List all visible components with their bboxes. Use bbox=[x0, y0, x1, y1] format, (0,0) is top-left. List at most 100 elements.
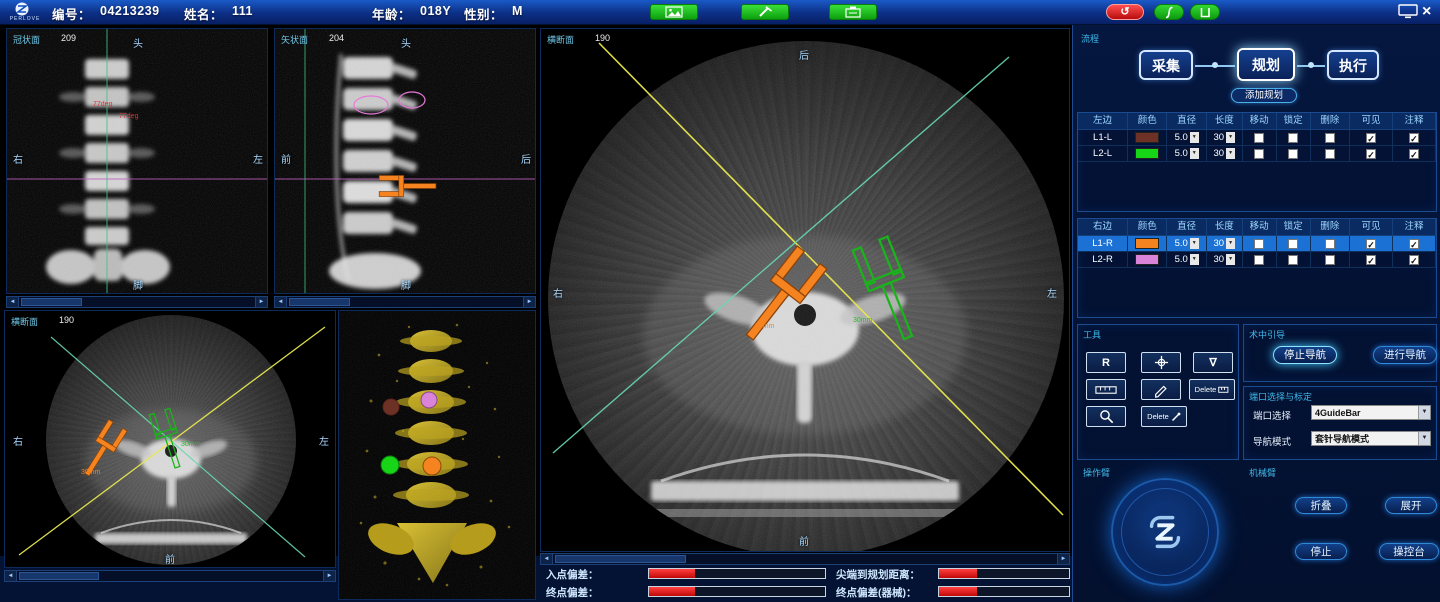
table-row[interactable]: L2-L 5.0▼ 30▼ ✓ ✓ bbox=[1078, 146, 1436, 162]
color-swatch[interactable] bbox=[1135, 132, 1159, 143]
delete-probe-button[interactable]: Delete bbox=[1141, 406, 1187, 427]
move-checkbox[interactable] bbox=[1254, 149, 1264, 159]
color-swatch[interactable] bbox=[1135, 148, 1159, 159]
add-plan-button[interactable]: 添加规划 bbox=[1231, 88, 1297, 103]
axial-small-scroll-right-button[interactable]: ► bbox=[323, 571, 335, 581]
arm-fold-button[interactable]: 折叠 bbox=[1295, 497, 1347, 514]
visible-checkbox[interactable]: ✓ bbox=[1366, 133, 1376, 143]
table-row[interactable]: L1-L 5.0▼ 30▼ ✓ ✓ bbox=[1078, 130, 1436, 146]
lock-checkbox[interactable] bbox=[1288, 255, 1298, 265]
sagittal-view[interactable]: 矢状面 204 头 脚 前 后 bbox=[274, 28, 536, 294]
delete-checkbox[interactable] bbox=[1325, 149, 1335, 159]
undo-button[interactable]: ↺ bbox=[1106, 4, 1144, 20]
diameter-cell[interactable]: 5.0▼ bbox=[1167, 146, 1206, 162]
close-button[interactable]: × bbox=[1422, 2, 1431, 22]
coronal-scrollbar[interactable]: ◄ ► bbox=[6, 296, 268, 308]
diameter-cell[interactable]: 5.0▼ bbox=[1167, 130, 1206, 146]
lock-checkbox[interactable] bbox=[1288, 133, 1298, 143]
screw-name[interactable]: L2-L bbox=[1078, 146, 1128, 162]
sagittal-scroll-right-button[interactable]: ► bbox=[523, 297, 535, 307]
screw-name[interactable]: L1-L bbox=[1078, 130, 1128, 146]
axial-scrollbar[interactable]: ◄ ► bbox=[540, 553, 1070, 565]
marker-l2-left[interactable] bbox=[381, 456, 399, 474]
arm-power-button[interactable] bbox=[1111, 478, 1219, 586]
axial-scroll-thumb[interactable] bbox=[555, 555, 686, 563]
screenshot-button[interactable] bbox=[1398, 4, 1418, 19]
axial-small-scroll-track[interactable] bbox=[17, 571, 323, 581]
axial-small-scroll-thumb[interactable] bbox=[19, 572, 99, 580]
reset-view-button[interactable]: R bbox=[1086, 352, 1126, 373]
length-cell[interactable]: 30▼ bbox=[1207, 236, 1243, 252]
dropdown-icon[interactable]: ▼ bbox=[1226, 254, 1235, 265]
workflow-step-acquire[interactable]: 采集 bbox=[1139, 50, 1193, 80]
marker-l1-left[interactable] bbox=[383, 399, 399, 415]
annotate-checkbox[interactable]: ✓ bbox=[1409, 255, 1419, 265]
port-select[interactable]: 4GuideBar ▼ bbox=[1311, 405, 1431, 420]
visible-checkbox[interactable]: ✓ bbox=[1366, 149, 1376, 159]
nav-mode-select[interactable]: 套针导航模式 ▼ bbox=[1311, 431, 1431, 446]
visible-checkbox[interactable]: ✓ bbox=[1366, 255, 1376, 265]
lock-checkbox[interactable] bbox=[1288, 239, 1298, 249]
dropdown-icon[interactable]: ▼ bbox=[1418, 406, 1430, 419]
axial-small-view[interactable]: 横断面 190 右 左 前 30mm 30mm bbox=[4, 310, 336, 568]
dropdown-icon[interactable]: ▼ bbox=[1226, 132, 1235, 143]
coronal-view[interactable]: 冠状面 209 头 脚 右 左 77deg 77deg bbox=[6, 28, 268, 294]
move-checkbox[interactable] bbox=[1254, 133, 1264, 143]
ruler-tool-button[interactable] bbox=[1086, 379, 1126, 400]
coronal-scroll-thumb[interactable] bbox=[21, 298, 82, 306]
dropdown-icon[interactable]: ▼ bbox=[1190, 132, 1199, 143]
axial-scroll-track[interactable] bbox=[553, 554, 1057, 564]
annotate-checkbox[interactable]: ✓ bbox=[1409, 239, 1419, 249]
crosshair-tool-button[interactable] bbox=[1141, 352, 1181, 373]
dropdown-icon[interactable]: ▼ bbox=[1226, 148, 1235, 159]
delete-checkbox[interactable] bbox=[1325, 133, 1335, 143]
length-cell[interactable]: 30▼ bbox=[1207, 130, 1243, 146]
holder-button[interactable] bbox=[1190, 4, 1220, 20]
dropdown-icon[interactable]: ▼ bbox=[1190, 238, 1199, 249]
marker-l1-right[interactable] bbox=[423, 457, 441, 475]
probe-button[interactable] bbox=[1154, 4, 1184, 20]
angle-tool-button[interactable]: ∇ bbox=[1193, 352, 1233, 373]
arm-expand-button[interactable]: 展开 bbox=[1385, 497, 1437, 514]
axial-view[interactable]: 横断面 190 后 前 右 左 30mm 30mm bbox=[540, 28, 1070, 552]
arm-stop-button[interactable]: 停止 bbox=[1295, 543, 1347, 560]
lock-checkbox[interactable] bbox=[1288, 149, 1298, 159]
axial-small-scrollbar[interactable]: ◄ ► bbox=[4, 570, 336, 582]
dropdown-icon[interactable]: ▼ bbox=[1190, 254, 1199, 265]
table-row[interactable]: L2-R 5.0▼ 30▼ ✓ ✓ bbox=[1078, 252, 1436, 268]
visible-checkbox[interactable]: ✓ bbox=[1366, 239, 1376, 249]
workflow-step-execute[interactable]: 执行 bbox=[1327, 50, 1379, 80]
color-swatch[interactable] bbox=[1135, 238, 1159, 249]
screw-name[interactable]: L1-R bbox=[1078, 236, 1128, 252]
stop-navigation-button[interactable]: 停止导航 bbox=[1273, 346, 1337, 364]
start-navigation-button[interactable]: 进行导航 bbox=[1373, 346, 1437, 364]
annotate-checkbox[interactable]: ✓ bbox=[1409, 149, 1419, 159]
zoom-tool-button[interactable] bbox=[1086, 406, 1126, 427]
sagittal-scroll-left-button[interactable]: ◄ bbox=[275, 297, 287, 307]
delete-ruler-button[interactable]: Delete bbox=[1189, 379, 1235, 400]
dropdown-icon[interactable]: ▼ bbox=[1226, 238, 1235, 249]
move-checkbox[interactable] bbox=[1254, 239, 1264, 249]
dropdown-icon[interactable]: ▼ bbox=[1190, 148, 1199, 159]
screw-name[interactable]: L2-R bbox=[1078, 252, 1128, 268]
move-checkbox[interactable] bbox=[1254, 255, 1264, 265]
delete-checkbox[interactable] bbox=[1325, 239, 1335, 249]
coronal-scroll-right-button[interactable]: ► bbox=[255, 297, 267, 307]
sagittal-scrollbar[interactable]: ◄ ► bbox=[274, 296, 536, 308]
arm-console-button[interactable]: 操控台 bbox=[1379, 543, 1439, 560]
diameter-cell[interactable]: 5.0▼ bbox=[1167, 236, 1206, 252]
marker-l2-right[interactable] bbox=[421, 392, 437, 408]
annotate-checkbox[interactable]: ✓ bbox=[1409, 133, 1419, 143]
sagittal-scroll-track[interactable] bbox=[287, 297, 523, 307]
sagittal-scroll-thumb[interactable] bbox=[289, 298, 350, 306]
color-swatch[interactable] bbox=[1135, 254, 1159, 265]
coronal-scroll-left-button[interactable]: ◄ bbox=[7, 297, 19, 307]
image-button[interactable] bbox=[650, 4, 698, 20]
diameter-cell[interactable]: 5.0▼ bbox=[1167, 252, 1206, 268]
axial-scroll-right-button[interactable]: ► bbox=[1057, 554, 1069, 564]
coronal-scroll-track[interactable] bbox=[19, 297, 255, 307]
length-cell[interactable]: 30▼ bbox=[1207, 146, 1243, 162]
length-cell[interactable]: 30▼ bbox=[1207, 252, 1243, 268]
implant-tool-button[interactable] bbox=[741, 4, 789, 20]
delete-checkbox[interactable] bbox=[1325, 255, 1335, 265]
